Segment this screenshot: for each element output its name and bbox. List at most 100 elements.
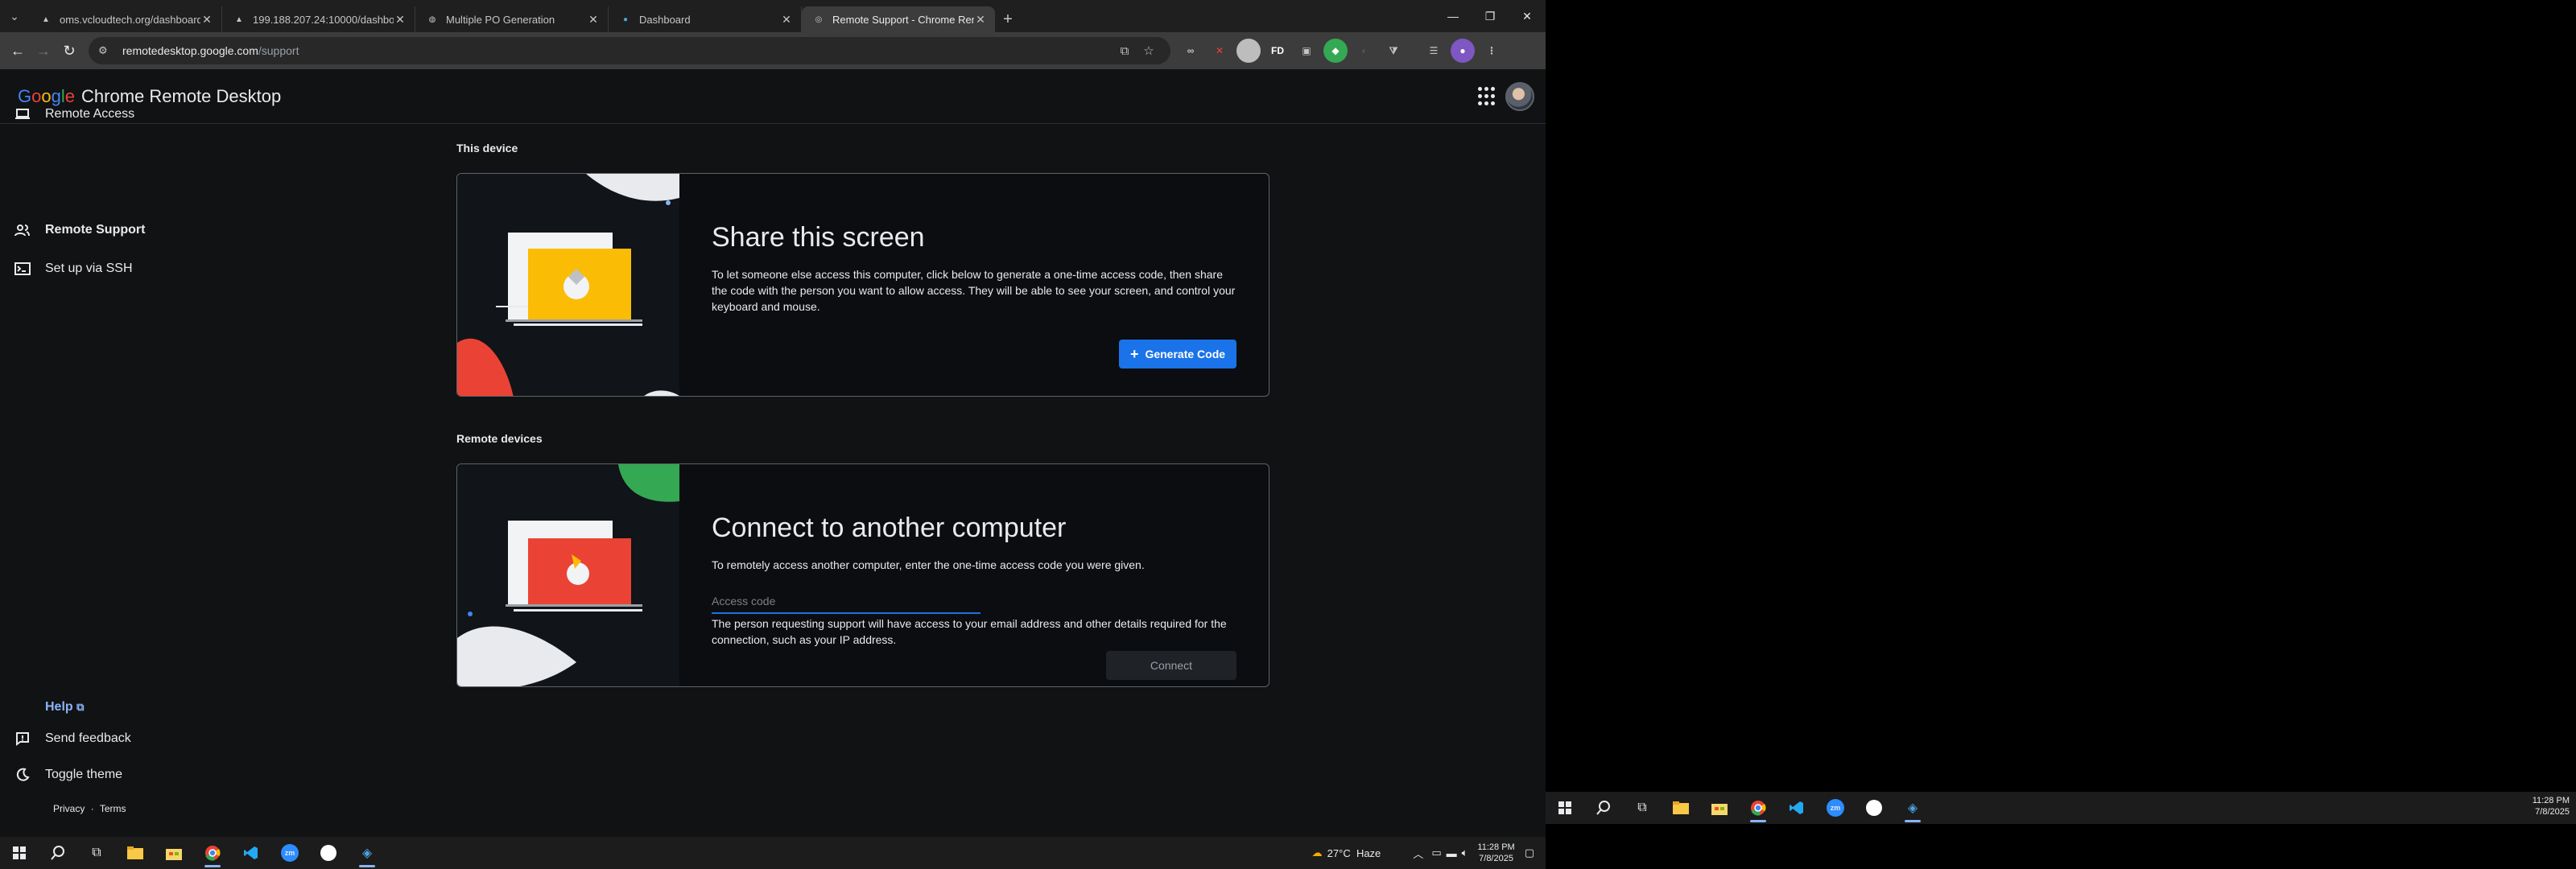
forward-button[interactable]: → xyxy=(31,38,56,64)
taskbar-primary: ⧉ zm ◈ ☁ 27°C Haze ︿ ▭ ▬ 🔈︎ 11:28 PM 7/8… xyxy=(0,837,1546,869)
close-icon[interactable]: ✕ xyxy=(587,13,600,27)
task-view-icon[interactable]: ⧉ xyxy=(77,837,116,869)
globe-icon: ◍ xyxy=(428,14,436,24)
menu-icon[interactable]: ⋮ xyxy=(1480,39,1504,63)
windows-start-icon[interactable] xyxy=(0,837,39,869)
sidebar-item-ssh[interactable]: Set up via SSH xyxy=(0,253,133,285)
remote-desktop-taskbar-icon[interactable]: ◈ xyxy=(1893,792,1932,824)
search-icon[interactable] xyxy=(1584,792,1623,824)
secondary-monitor: ⧉ zm ◈ 11:28 PM 7/8/2025 xyxy=(1546,0,2576,869)
generate-code-button[interactable]: + Generate Code xyxy=(1119,340,1236,369)
primary-monitor: ⌄ ▲ oms.vcloudtech.org/dashboard ✕ ▲ 199… xyxy=(0,0,1546,869)
puzzle-extensions-icon[interactable]: ⧩ xyxy=(1381,39,1406,63)
clock-time: 11:28 PM xyxy=(2532,796,2570,805)
battery-icon[interactable]: ▬ xyxy=(1447,847,1457,859)
app-white-circle-icon[interactable] xyxy=(1855,792,1893,824)
sidebar-item-remote-support[interactable]: Remote Support xyxy=(0,214,145,246)
tab-1[interactable]: ▲ oms.vcloudtech.org/dashboard ✕ xyxy=(29,6,222,32)
close-window-icon[interactable]: ✕ xyxy=(1509,0,1546,32)
connect-button[interactable]: Connect xyxy=(1106,651,1236,680)
tab-title: 199.188.207.24:10000/dashboard xyxy=(253,13,394,26)
minimize-icon[interactable]: — xyxy=(1435,0,1472,32)
send-feedback-button[interactable]: Send feedback xyxy=(0,723,131,755)
connect-illustration xyxy=(457,464,679,686)
dark-extension-icon[interactable]: ◐ xyxy=(1352,39,1377,63)
block-extension-icon[interactable]: ✕ xyxy=(1208,39,1232,63)
sidebar-item-remote-access[interactable]: Remote Access xyxy=(0,98,134,130)
customize-icon[interactable]: ☰ xyxy=(1422,39,1446,63)
profile-icon[interactable]: ● xyxy=(1451,39,1475,63)
close-icon[interactable]: ✕ xyxy=(200,13,213,27)
connect-privacy-note: The person requesting support will have … xyxy=(712,617,1227,646)
notification-icon[interactable]: ▢ xyxy=(1525,846,1534,859)
restore-icon[interactable]: ❐ xyxy=(1472,0,1509,32)
system-tray: ☁ 27°C Haze ︿ ▭ ▬ 🔈︎ 11:28 PM 7/8/2025 ▢ xyxy=(1312,837,1546,869)
access-code-input[interactable] xyxy=(712,590,980,614)
tab-3[interactable]: ◍ Multiple PO Generation ✕ xyxy=(415,6,609,32)
file-explorer-icon[interactable] xyxy=(1662,792,1700,824)
account-avatar[interactable] xyxy=(1505,82,1534,111)
store-icon[interactable] xyxy=(1700,792,1739,824)
privacy-link[interactable]: Privacy xyxy=(53,803,85,814)
triangle-icon: ▲ xyxy=(42,14,50,24)
zoom-icon[interactable]: zm xyxy=(270,837,309,869)
terms-link[interactable]: Terms xyxy=(100,803,126,814)
tab-title: oms.vcloudtech.org/dashboard xyxy=(60,13,200,26)
sidebar-item-label: Remote Support xyxy=(45,223,146,237)
shield-extension-icon[interactable]: ◆ xyxy=(1323,39,1348,63)
windows-start-icon[interactable] xyxy=(1546,792,1584,824)
install-app-icon[interactable]: ⧉ xyxy=(1113,44,1137,58)
back-button[interactable]: ← xyxy=(5,38,31,64)
connect-description: To remotely access another computer, ent… xyxy=(712,558,1145,571)
remote-desktop-taskbar-icon[interactable]: ◈ xyxy=(348,837,386,869)
address-bar[interactable]: ⚙ remotedesktop.google.com /support ⧉ ☆ xyxy=(89,37,1170,64)
incognito-extension-icon[interactable]: ∞ xyxy=(1179,39,1203,63)
tab-5-active[interactable]: ◎ Remote Support - Chrome Remote ✕ xyxy=(802,6,995,32)
task-view-icon[interactable]: ⧉ xyxy=(1623,792,1662,824)
tab-2[interactable]: ▲ 199.188.207.24:10000/dashboard ✕ xyxy=(222,6,415,32)
close-icon[interactable]: ✕ xyxy=(780,13,793,27)
plus-icon: + xyxy=(1129,345,1139,362)
circle-extension-icon[interactable] xyxy=(1236,39,1261,63)
tab-search-icon[interactable]: ⌄ xyxy=(0,0,29,32)
taskbar-secondary: ⧉ zm ◈ xyxy=(1546,792,2576,824)
vscode-icon[interactable] xyxy=(232,837,270,869)
tab-4[interactable]: ● Dashboard ✕ xyxy=(609,6,802,32)
bookmark-star-icon[interactable]: ☆ xyxy=(1137,43,1161,58)
url-host: remotedesktop.google.com xyxy=(122,44,258,57)
weather-text[interactable]: 27°C Haze xyxy=(1327,847,1381,859)
close-icon[interactable]: ✕ xyxy=(394,13,407,27)
image-extension-icon[interactable]: ▣ xyxy=(1294,39,1319,63)
clock[interactable]: 11:28 PM 7/8/2025 xyxy=(1477,842,1514,864)
tab-title: Multiple PO Generation xyxy=(446,13,555,26)
footer-separator: · xyxy=(90,803,94,814)
share-illustration xyxy=(457,174,679,396)
chrome-icon[interactable] xyxy=(193,837,232,869)
triangle-icon: ▲ xyxy=(235,14,243,24)
help-link[interactable]: Help ⧉ xyxy=(45,700,84,715)
footer-links: Privacy · Terms xyxy=(53,803,126,814)
reload-button[interactable]: ↻ xyxy=(56,38,82,64)
close-icon[interactable]: ✕ xyxy=(974,13,987,27)
toggle-theme-button[interactable]: Toggle theme xyxy=(0,759,122,791)
clock-secondary[interactable]: 11:28 PM 7/8/2025 xyxy=(2533,795,2570,818)
zoom-icon[interactable]: zm xyxy=(1816,792,1855,824)
search-icon[interactable] xyxy=(39,837,77,869)
chevron-up-icon[interactable]: ︿ xyxy=(1413,846,1423,861)
vscode-icon[interactable] xyxy=(1777,792,1816,824)
fd-extension-icon[interactable]: FD xyxy=(1265,39,1290,63)
sidebar-item-label: Set up via SSH xyxy=(45,262,133,275)
store-icon[interactable] xyxy=(155,837,193,869)
network-icon[interactable]: ▭ xyxy=(1431,846,1441,859)
volume-icon[interactable]: 🔈︎ xyxy=(1462,846,1468,859)
google-apps-icon[interactable] xyxy=(1478,87,1497,106)
extensions-bar: ∞ ✕ FD ▣ ◆ ◐ ⧩ ☰ ● ⋮ xyxy=(1179,39,1509,63)
app-white-circle-icon[interactable] xyxy=(309,837,348,869)
site-info-icon[interactable]: ⚙ xyxy=(98,44,116,57)
feedback-label: Send feedback xyxy=(45,731,131,745)
new-tab-button[interactable]: + xyxy=(995,6,1021,32)
file-explorer-icon[interactable] xyxy=(116,837,155,869)
share-title: Share this screen xyxy=(712,222,925,253)
clock-date: 7/8/2025 xyxy=(2535,807,2570,817)
chrome-icon[interactable] xyxy=(1739,792,1777,824)
